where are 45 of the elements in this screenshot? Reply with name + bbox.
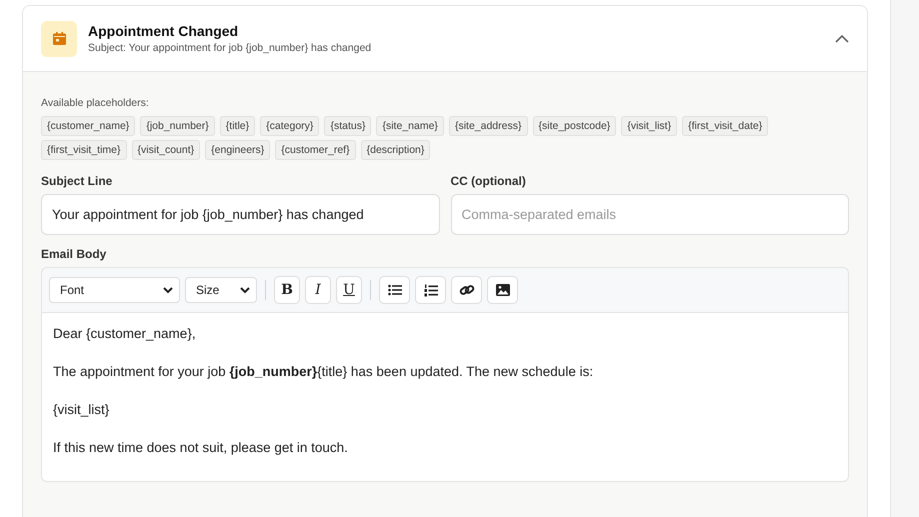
calendar-icon xyxy=(41,20,77,56)
placeholder-chip[interactable]: {visit_list} xyxy=(621,116,678,136)
image-icon xyxy=(496,284,510,296)
placeholder-chip[interactable]: {category} xyxy=(260,116,320,136)
placeholder-chip[interactable]: {job_number} xyxy=(140,116,215,136)
field-label: Email Body xyxy=(41,247,108,261)
font-select[interactable]: Font xyxy=(49,277,180,303)
placeholder-chip[interactable]: {customer_ref} xyxy=(275,140,356,160)
placeholder-chip[interactable]: {site_name} xyxy=(376,116,444,136)
placeholder-chip[interactable]: {engineers} xyxy=(205,140,270,160)
link-button[interactable] xyxy=(451,276,482,304)
subject-field[interactable]: Your appointment for job {job_number} has changed xyxy=(41,194,440,235)
numbered-list-button[interactable] xyxy=(415,276,446,304)
numbered-list-icon xyxy=(424,284,438,296)
body-paragraph: {visit_list} xyxy=(53,401,110,419)
placeholder-chip[interactable]: {customer_name} xyxy=(41,116,136,136)
bold-button[interactable]: B xyxy=(274,276,300,304)
collapse-icon[interactable] xyxy=(835,34,849,43)
cc-field[interactable]: Comma-separated emails xyxy=(450,194,849,235)
body-paragraph: If this new time does not suit, please get in touch. xyxy=(53,439,349,457)
bullet-list-button[interactable] xyxy=(379,276,410,304)
link-icon xyxy=(458,283,474,297)
italic-button[interactable]: I xyxy=(305,276,331,304)
size-select[interactable]: Size xyxy=(185,277,257,303)
caret-icon xyxy=(163,286,173,294)
placeholder-chip[interactable]: {site_address} xyxy=(448,116,528,136)
body-paragraph: Dear {customer_name}, xyxy=(53,325,197,343)
placeholder-chip[interactable]: {description} xyxy=(360,140,430,160)
card-subtitle: Subject: Your appointment for job {job_number} has changed xyxy=(88,42,372,54)
bullet-list-icon xyxy=(388,284,402,296)
placeholder-chip[interactable]: {status} xyxy=(324,116,372,136)
field-label: Subject Line xyxy=(41,174,114,188)
email-body-editor[interactable]: Dear {customer_name}, The appointment for your job {job_number}{title} has been updated. The new schedule is: {visit_list} If this new time does not suit, please get in touch. xyxy=(41,312,849,482)
card-title: Appointment Changed xyxy=(88,23,240,39)
underline-button[interactable]: U xyxy=(336,276,362,304)
field-label: CC (optional) xyxy=(450,174,527,188)
placeholder-chip[interactable]: {title} xyxy=(220,116,256,136)
body-paragraph: The appointment for your job {job_number}{title} has been updated. The new schedule is: xyxy=(53,363,594,381)
placeholder-chip[interactable]: {first_visit_time} xyxy=(41,140,127,160)
placeholders-label: Available placeholders: xyxy=(41,97,149,109)
caret-icon xyxy=(240,286,250,294)
placeholder-chip[interactable]: {visit_count} xyxy=(132,140,200,160)
placeholder-chip[interactable]: {first_visit_date} xyxy=(682,116,768,136)
placeholder-chip[interactable]: {site_postcode} xyxy=(532,116,616,136)
image-button[interactable] xyxy=(487,276,518,304)
